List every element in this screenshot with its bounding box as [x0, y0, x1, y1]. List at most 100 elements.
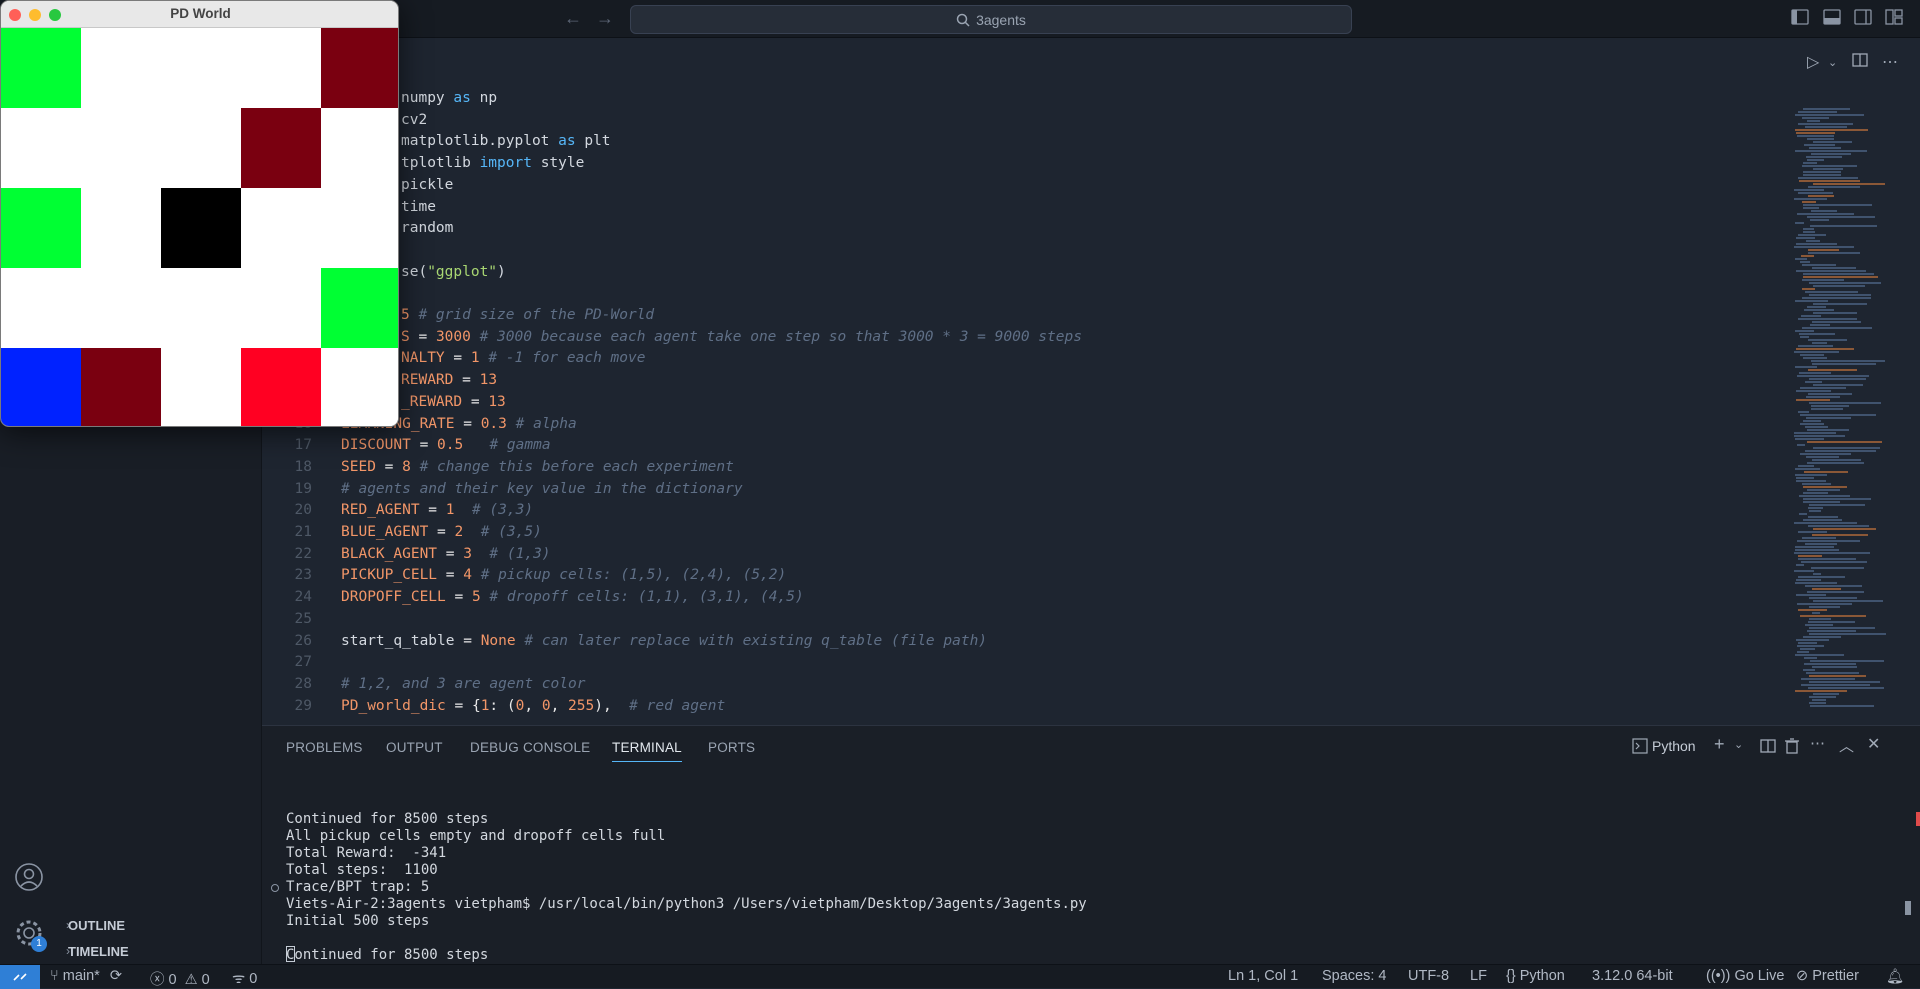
code-line[interactable]: matplotlib.pyplot as plt	[262, 131, 1794, 153]
code-line[interactable]: 22 BLACK_AGENT = 3 # (1,3)	[262, 544, 1794, 566]
run-dropdown-chevron-icon[interactable]: ⌄	[1828, 56, 1837, 69]
minimap-line	[1803, 420, 1821, 422]
code-line[interactable]: numpy as np	[262, 88, 1794, 110]
code-line[interactable]: _REWARD = 13	[262, 392, 1794, 414]
tab-debug-console[interactable]: DEBUG CONSOLE	[470, 740, 590, 755]
minimap-line	[1802, 264, 1836, 266]
split-editor-icon[interactable]	[1852, 52, 1868, 73]
code-line[interactable]	[262, 240, 1794, 262]
minimize-window-icon[interactable]	[29, 9, 41, 21]
code-line[interactable]: NALTY = 1 # -1 for each move	[262, 348, 1794, 370]
toggle-panel-icon[interactable]	[1822, 9, 1842, 27]
terminal-scrollbar[interactable]	[1905, 901, 1911, 915]
terminal-shell-label[interactable]: Python	[1652, 738, 1696, 754]
close-window-icon[interactable]	[9, 9, 21, 21]
minimap-line	[1802, 297, 1871, 299]
code-line[interactable]: se("ggplot")	[262, 262, 1794, 284]
code-line[interactable]: random	[262, 218, 1794, 240]
kill-terminal-trash-icon[interactable]	[1785, 738, 1799, 758]
code-line[interactable]: S = 3000 # 3000 because each agent take …	[262, 327, 1794, 349]
minimap-line	[1811, 567, 1864, 569]
tab-problems[interactable]: PROBLEMS	[286, 740, 363, 755]
code-line[interactable]: 26 start_q_table = None # can later repla…	[262, 631, 1794, 653]
code-line[interactable]: 20 RED_AGENT = 1 # (3,3)	[262, 500, 1794, 522]
code-line[interactable]: 23 PICKUP_CELL = 4 # pickup cells: (1,5),…	[262, 565, 1794, 587]
minimap-line	[1807, 630, 1856, 632]
terminal-dropdown-chevron-icon[interactable]: ⌄	[1734, 738, 1743, 751]
toggle-secondary-sidebar-icon[interactable]	[1853, 9, 1873, 27]
code-line[interactable]: pickle	[262, 175, 1794, 197]
notifications-bell-icon[interactable]: 🔔︎	[1886, 968, 1904, 985]
minimap-line	[1796, 390, 1831, 392]
ports-indicator[interactable]: ᯤ 0	[232, 968, 257, 988]
code-line[interactable]: cv2	[262, 110, 1794, 132]
toggle-primary-sidebar-icon[interactable]	[1790, 9, 1810, 27]
account-icon[interactable]	[14, 862, 44, 897]
minimap-line	[1798, 345, 1833, 347]
end-of-line[interactable]: LF	[1470, 968, 1487, 984]
minimap-line	[1803, 162, 1817, 164]
tab-ports[interactable]: PORTS	[708, 740, 755, 755]
minimap-line	[1803, 501, 1840, 503]
pd-world-window[interactable]: PD World	[0, 0, 399, 427]
encoding[interactable]: UTF-8	[1408, 968, 1449, 984]
forward-arrow-icon[interactable]: →	[594, 8, 616, 29]
problems-indicator[interactable]: ⓧ 0 ⚠ 0	[150, 968, 210, 989]
code-line[interactable]: 29 PD_world_dic = {1: (0, 0, 255), # red …	[262, 696, 1794, 718]
maximize-panel-chevron-icon[interactable]: ︿	[1839, 735, 1854, 756]
code-line[interactable]	[262, 283, 1794, 305]
sync-icon[interactable]: ⟳	[110, 968, 122, 984]
back-arrow-icon[interactable]: ←	[562, 8, 584, 29]
command-decoration-icon[interactable]	[271, 884, 279, 892]
minimap[interactable]	[1790, 108, 1902, 720]
minimap-line	[1799, 495, 1850, 497]
language-mode[interactable]: {} Python	[1506, 968, 1565, 984]
tab-output[interactable]: OUTPUT	[386, 740, 443, 755]
minimap-line	[1809, 606, 1840, 608]
code-line[interactable]: 19 # agents and their key value in the di…	[262, 479, 1794, 501]
go-live-button[interactable]: ((•)) Go Live	[1706, 968, 1784, 984]
branch-indicator[interactable]: ⑂ main* ⟳	[50, 968, 122, 984]
code-line[interactable]: time	[262, 197, 1794, 219]
close-panel-icon[interactable]: ✕	[1867, 734, 1880, 754]
panel-more-actions-icon[interactable]: ⋯	[1810, 734, 1825, 752]
more-actions-icon[interactable]: ⋯	[1882, 52, 1898, 72]
command-center-search[interactable]: 3agents	[630, 5, 1352, 34]
remote-icon	[13, 973, 27, 981]
minimap-line	[1808, 195, 1834, 197]
manage-gear-icon[interactable]: 1	[14, 918, 47, 953]
prettier-button[interactable]: ⊘ Prettier	[1796, 968, 1859, 984]
indentation[interactable]: Spaces: 4	[1322, 968, 1387, 984]
code-line[interactable]: 16LEARNING_RATE = 0.3 # alpha	[262, 414, 1794, 436]
minimap-line	[1798, 609, 1827, 611]
tab-terminal[interactable]: TERMINAL	[612, 740, 682, 762]
split-terminal-icon[interactable]	[1760, 738, 1776, 758]
python-interpreter[interactable]: 3.12.0 64-bit	[1592, 968, 1673, 984]
timeline-section[interactable]: TIMELINE	[68, 944, 129, 959]
outline-section[interactable]: OUTLINE	[68, 918, 125, 933]
code-line[interactable]: 28 # 1,2, and 3 are agent color	[262, 674, 1794, 696]
code-line[interactable]: 18 SEED = 8 # change this before each exp…	[262, 457, 1794, 479]
terminal-output[interactable]: Continued for 8500 steps All pickup cell…	[286, 794, 1087, 964]
code-line[interactable]: 27	[262, 652, 1794, 674]
minimap-line	[1795, 129, 1868, 131]
minimap-line	[1813, 693, 1839, 695]
code-line[interactable]: REWARD = 13	[262, 370, 1794, 392]
minimap-line	[1810, 324, 1830, 326]
code-line[interactable]: 25	[262, 609, 1794, 631]
cursor-position[interactable]: Ln 1, Col 1	[1228, 968, 1298, 984]
code-line[interactable]: 21 BLUE_AGENT = 2 # (3,5)	[262, 522, 1794, 544]
remote-indicator[interactable]	[0, 965, 40, 989]
code-line[interactable]: tplotlib import style	[262, 153, 1794, 175]
code-text: start_q_table = None # can later replace…	[341, 632, 988, 649]
code-editor[interactable]: numpy as np cv2 matplotlib.pyplot as plt tp…	[262, 88, 1794, 725]
run-python-file-icon[interactable]: ▷	[1807, 52, 1819, 72]
code-line[interactable]: 5 # grid size of the PD-World	[262, 305, 1794, 327]
new-terminal-plus-icon[interactable]: +	[1714, 734, 1725, 755]
zoom-window-icon[interactable]	[49, 9, 61, 21]
minimap-line	[1811, 210, 1837, 212]
line-number: 23	[294, 567, 312, 584]
customize-layout-icon[interactable]	[1884, 9, 1904, 27]
code-line[interactable]: 17 DISCOUNT = 0.5 # gamma	[262, 435, 1794, 457]
code-line[interactable]: 24 DROPOFF_CELL = 5 # dropoff cells: (1,1…	[262, 587, 1794, 609]
